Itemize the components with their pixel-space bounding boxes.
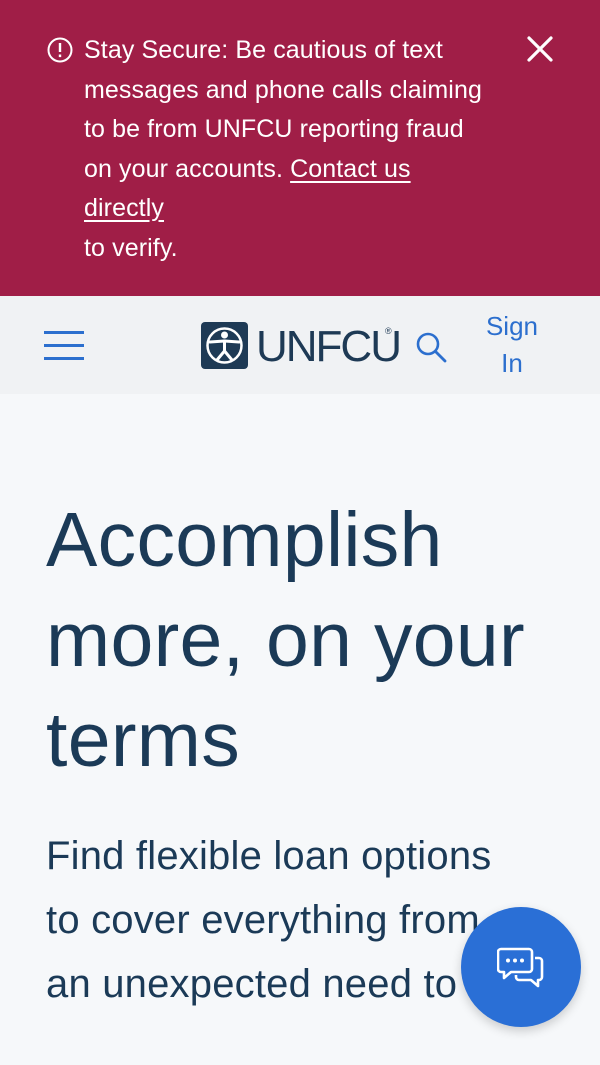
alert-message-text: Stay Secure: Be cautious of text message… xyxy=(84,36,482,183)
hero-subtitle: Find flexible loan options to cover ever… xyxy=(46,834,492,1006)
close-icon[interactable] xyxy=(522,31,558,67)
alert-message: Stay Secure: Be cautious of text message… xyxy=(84,31,484,268)
logo-registered-mark: ® xyxy=(385,326,392,336)
chat-bubbles-icon xyxy=(497,947,544,988)
unfcu-logo[interactable]: UNFCU ® xyxy=(201,322,402,371)
chat-button[interactable] xyxy=(461,907,581,1027)
info-circle-icon xyxy=(47,37,73,63)
hero-title: Accomplish more, on your terms xyxy=(46,497,525,783)
search-icon[interactable] xyxy=(414,330,448,364)
unfcu-emblem-icon xyxy=(201,322,248,369)
security-alert-banner: Stay Secure: Be cautious of text message… xyxy=(0,0,600,296)
alert-trailing-text: to verify. xyxy=(84,233,178,262)
sign-in-link[interactable]: Sign In xyxy=(478,308,546,382)
hamburger-menu-icon[interactable] xyxy=(44,329,84,363)
logo-wordmark: UNFCU xyxy=(256,322,402,371)
